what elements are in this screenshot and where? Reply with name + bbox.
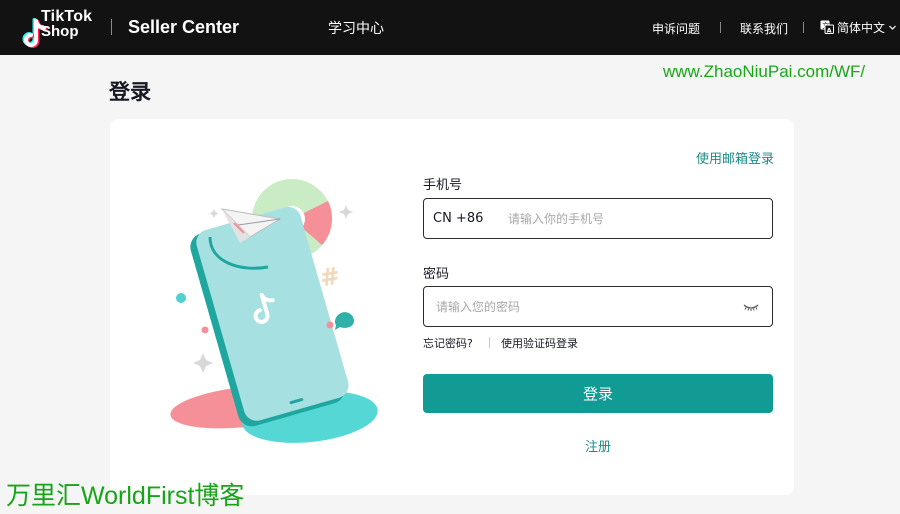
svg-text:#: #: [318, 261, 343, 292]
phone-illustration: #: [170, 179, 378, 443]
password-field: [423, 286, 773, 327]
watermark-url: www.ZhaoNiuPai.com/WF/: [663, 62, 866, 81]
divider: [803, 22, 804, 33]
login-button[interactable]: 登录: [423, 374, 773, 413]
translate-icon: 文 A: [820, 20, 834, 34]
eye-closed-icon[interactable]: [742, 301, 760, 313]
divider: [111, 19, 112, 35]
page-title: 登录: [109, 80, 151, 104]
logo-wordmark: TikTok Shop: [41, 8, 93, 40]
email-login-link[interactable]: 使用邮箱登录: [696, 148, 774, 167]
register-link[interactable]: 注册: [585, 436, 611, 455]
login-card: # 使用邮箱登录 手机号 CN +86 密码 忘记密码? 使用验证码登录 登录 …: [110, 119, 794, 495]
password-label: 密码: [423, 267, 450, 282]
forgot-password-link[interactable]: 忘记密码?: [423, 335, 473, 351]
phone-input[interactable]: [508, 199, 772, 238]
country-code-selector[interactable]: CN +86: [424, 211, 508, 226]
password-input[interactable]: [424, 287, 742, 326]
logo-line2: Shop: [41, 23, 79, 40]
nav-learning-center[interactable]: 学习中心: [328, 18, 384, 38]
svg-text:A: A: [827, 26, 832, 34]
logo-line1: TikTok: [41, 8, 93, 25]
phone-label: 手机号: [423, 178, 463, 193]
divider: [720, 22, 721, 33]
phone-field: CN +86: [423, 198, 773, 239]
nav-contact-us[interactable]: 联系我们: [740, 20, 788, 37]
chevron-down-icon: [889, 25, 896, 30]
product-name: Seller Center: [128, 17, 240, 37]
language-label: 简体中文: [837, 20, 886, 35]
divider: [489, 337, 490, 348]
watermark-blog: 万里汇WorldFirst博客: [6, 482, 245, 510]
nav-appeal[interactable]: 申诉问题: [652, 20, 700, 37]
language-selector[interactable]: 文 A 简体中文: [820, 18, 897, 36]
code-login-link[interactable]: 使用验证码登录: [501, 335, 578, 351]
top-navigation-bar: TikTok Shop Seller Center 学习中心 申诉问题 联系我们…: [0, 0, 900, 55]
